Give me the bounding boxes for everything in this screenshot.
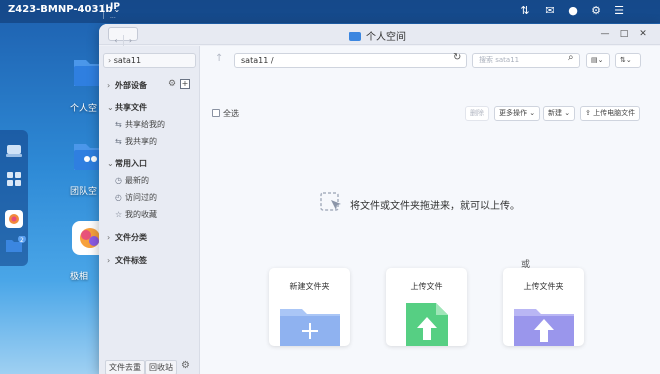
share-icon: ⇆	[115, 120, 122, 129]
path-bar[interactable]: sata11 /	[234, 53, 467, 68]
sort-button[interactable]: ⇅⌄	[615, 53, 641, 68]
upload-file-card[interactable]: 上传文件	[386, 268, 467, 346]
share-icon: ⇆	[115, 137, 122, 146]
new-folder-card[interactable]: 新建文件夹	[269, 268, 350, 346]
sidebar-section-shared[interactable]: ⌄共享文件	[107, 102, 147, 113]
sidebar-section-categories[interactable]: › 文件分类	[107, 232, 147, 243]
apps-grid-icon[interactable]	[5, 170, 23, 188]
divider	[103, 4, 104, 19]
maximize-button[interactable]: □	[618, 28, 630, 40]
file-upload-icon	[406, 303, 448, 346]
sidebar: › sata11 › 外部设备 ⚙ + ⌄共享文件 ⇆ 共享给我的 ⇆ 我共享的 ⌄常…	[99, 46, 200, 374]
search-input[interactable]: 搜索 sata11	[472, 53, 580, 68]
sidebar-item-my-shares[interactable]: ⇆ 我共享的	[115, 136, 157, 147]
desktop-icon-label: 个人空	[70, 104, 98, 114]
sidebar-section-common[interactable]: ⌄常用入口	[107, 158, 147, 169]
gear-icon[interactable]: ⚙	[589, 4, 603, 18]
history-icon: ◴	[115, 193, 122, 202]
dedupe-button[interactable]: 文件去重	[105, 360, 145, 374]
mail-icon[interactable]: ✉	[543, 4, 557, 18]
folder-app-icon[interactable]: 2	[5, 235, 26, 254]
delete-button[interactable]: 删除	[465, 106, 489, 121]
file-area: ↑ sata11 / ↻ 搜索 sata11 ⌕ ▤⌄ ⇅⌄ 全选 删除 更多操…	[200, 46, 660, 374]
add-icon[interactable]: +	[180, 79, 190, 89]
folder-upload-icon	[514, 309, 574, 346]
close-button[interactable]: ✕	[637, 28, 649, 40]
star-icon: ☆	[115, 210, 123, 219]
storage-icon[interactable]	[5, 142, 23, 160]
recycle-bin-button[interactable]: 回收站	[145, 360, 177, 374]
minimize-button[interactable]: —	[599, 28, 611, 40]
gear-icon[interactable]: ⚙	[168, 79, 176, 89]
updown-arrows-icon[interactable]: ⇅	[518, 4, 532, 18]
list-icon[interactable]: ☰	[612, 4, 626, 18]
window-titlebar: ‹ › 个人空间 — □ ✕	[99, 24, 660, 47]
window-title: 个人空间	[349, 28, 406, 43]
view-toggle-button[interactable]: ▤⌄	[586, 53, 610, 68]
upload-folder-card[interactable]: 上传文件夹	[503, 268, 584, 346]
user-icon[interactable]: ●	[566, 4, 580, 18]
sidebar-item-visited[interactable]: ◴ 访问过的	[115, 192, 157, 203]
folder-icon	[349, 32, 361, 41]
folder-plus-icon	[280, 309, 340, 346]
card-label: 新建文件夹	[289, 282, 330, 291]
nav-buttons: ‹ ›	[108, 27, 138, 47]
desktop-icon-label: 极相	[70, 272, 89, 282]
ip-indicator[interactable]: IP...	[110, 2, 120, 22]
sidebar-section-external[interactable]: › 外部设备	[107, 80, 147, 91]
settings-gear-icon[interactable]: ⚙	[181, 360, 190, 371]
select-all-checkbox[interactable]: 全选	[212, 108, 239, 119]
top-bar: Z423-BMNP-4031b⌄ IP... ⇅ ✉ ● ⚙ ☰	[0, 0, 660, 23]
drop-hint-text: 将文件或文件夹拖进来，就可以上传。	[350, 201, 520, 212]
search-icon[interactable]: ⌕	[568, 52, 574, 63]
sidebar-item-favorites[interactable]: ☆ 我的收藏	[115, 209, 157, 220]
sidebar-item-shared-with-me[interactable]: ⇆ 共享给我的	[115, 119, 165, 130]
sidebar-item-recent[interactable]: ◷ 最新的	[115, 175, 149, 186]
gallery-app-icon[interactable]	[5, 210, 23, 228]
card-label: 上传文件	[410, 282, 443, 291]
new-button[interactable]: 新建 ⌄	[543, 106, 576, 121]
refresh-icon[interactable]: ↻	[453, 52, 461, 63]
up-arrow-icon[interactable]: ↑	[215, 53, 223, 64]
notification-badge: 2	[20, 237, 24, 244]
card-label: 上传文件夹	[523, 282, 564, 291]
personal-space-window: ‹ › 个人空间 — □ ✕ › sata11 › 外部设备 ⚙ + ⌄共享文件 ⇆…	[99, 24, 660, 374]
clock-icon: ◷	[115, 176, 122, 185]
upload-pc-button[interactable]: ⇪ 上传电脑文件	[580, 106, 641, 121]
desktop-icon-label: 团队空	[70, 187, 98, 197]
more-actions-button[interactable]: 更多操作 ⌄	[494, 106, 541, 121]
drop-upload-icon	[320, 192, 341, 211]
side-dock: 2	[0, 130, 28, 266]
sidebar-current-location[interactable]: › sata11	[103, 53, 196, 68]
sidebar-section-tags[interactable]: › 文件标签	[107, 255, 147, 266]
checkbox-icon	[212, 109, 220, 117]
